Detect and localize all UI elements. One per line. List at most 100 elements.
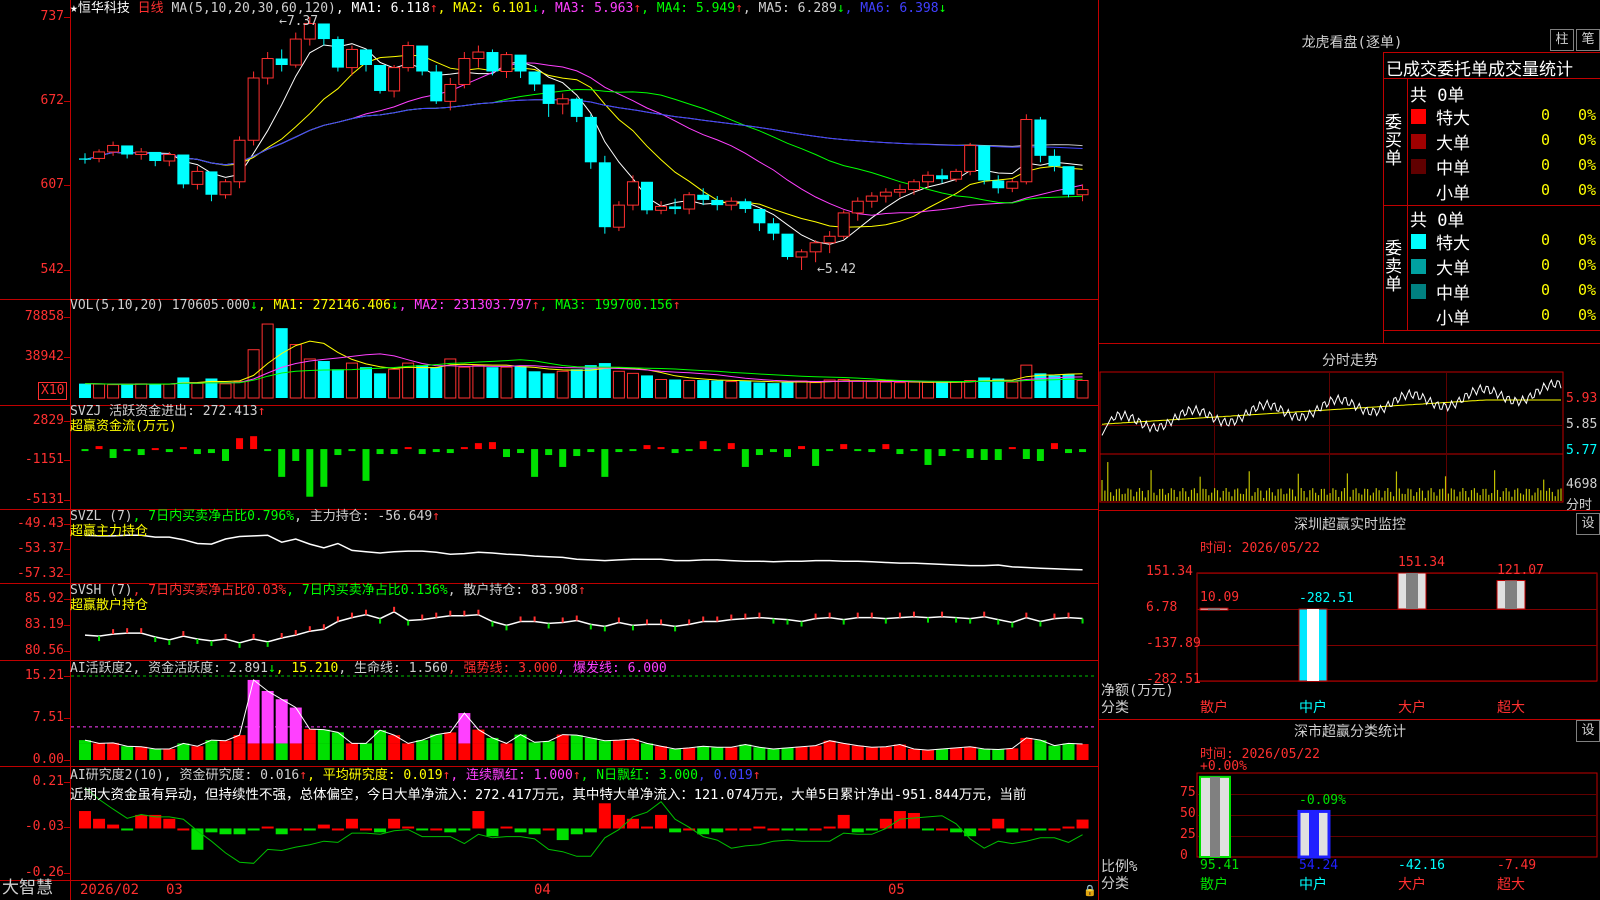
indicator-value: , MA2: 6.101 [437,1,532,16]
indicator-value: , 资金研究度: 0.016 [163,768,300,783]
activity-bar [950,747,963,760]
research-bar [641,826,653,829]
monitor-bar-shade [1505,580,1517,609]
activity-bar [121,746,134,760]
research-bar [950,828,963,833]
arrow-down-icon: ↓ [390,298,399,313]
ai-research-header: AI研究度2(10), 资金研究度: 0.016↑, 平均研究度: 0.019↑… [70,768,761,784]
lock-icon[interactable]: 🔒 [1083,883,1097,899]
research-bar [345,818,358,829]
fund-flow-bar [123,449,131,452]
candle-body-up [1076,189,1089,196]
volume-bar-down [711,380,724,398]
fund-flow-bar [1008,447,1016,450]
candle-body-down [739,201,752,210]
fund-flow-bar [250,436,258,450]
activity-bar [753,747,766,760]
research-bar [851,828,864,833]
research-bar [879,818,892,829]
fund-flow-bar [826,449,834,452]
y-tick-label: -0.03 [24,819,64,834]
period-label[interactable]: 日线 [138,1,164,16]
sell-row-label: 特大 [1436,234,1470,254]
classify-y-tick: 0 [1180,848,1188,863]
research-bar [1006,828,1019,833]
volume-bar-up [345,362,358,399]
candle-body-down [416,45,429,72]
fund-flow-bar [629,449,637,452]
fund-flow-bar [432,449,440,453]
volume-bar-up [950,381,963,399]
candle-body-up [500,54,513,72]
arrow-up-icon: ↑ [752,768,761,783]
activity-bar [205,743,218,760]
research-bar [205,828,218,833]
y-tick-label: 85.92 [24,591,64,606]
research-bar [331,828,344,831]
fund-flow-bar [868,449,876,453]
classify-settings-button[interactable]: 设 [1576,720,1600,742]
svzl-header: SVZL (7), 7日内买卖净占比0.796%, 主力持仓: -56.649↑ [70,509,440,525]
research-bar [121,828,134,831]
research-bar [781,828,794,831]
volume-bar-up [388,368,401,399]
research-bar [922,828,934,831]
fund-flow-bar [207,449,215,454]
fund-flow-bar [910,449,918,452]
research-bar [402,826,415,829]
candle-body-down [79,158,91,160]
fund-flow-bar [165,449,173,453]
indicator-value: , 7日内买卖净占比0.136% [286,583,448,598]
volume-bar-down [753,382,766,398]
tick-view-button[interactable]: 笔 [1576,29,1600,51]
fund-flow-bar [798,446,806,450]
fund-flow-bar [109,449,117,459]
volume-bar-up [247,349,260,399]
y-tick-label: 38942 [24,349,64,364]
intraday-vol-label: 分时 [1566,498,1593,513]
fund-flow-bar [601,449,609,477]
buy-row-count: 0 [1541,156,1551,174]
monitor-settings-button[interactable]: 设 [1576,513,1600,535]
indicator-value: , MA1: 6.118 [335,1,430,16]
stock-chart-canvas[interactable] [0,0,1600,900]
research-bar [1034,828,1047,831]
buy-side-label: 委买单 [1385,113,1402,169]
research-bar [374,828,387,833]
activity-bar-extra [486,737,499,744]
indicator-value: , MA1: 272146.406 [257,298,391,313]
research-bar [163,818,176,829]
volume-bar-up [795,380,808,399]
fund-flow-bar [517,449,525,454]
high-price-note: ←7.37 [279,14,319,29]
sell-row-pct: 0% [1578,281,1597,299]
research-bar [1062,826,1075,829]
activity-bar-extra [317,729,330,744]
activity-bar [388,743,401,760]
candle-body-up [345,48,358,69]
candle-body-up [907,181,920,191]
buy-row-pct: 0% [1578,156,1597,174]
volume-bar-down [360,367,372,398]
bar-view-button[interactable]: 柱 [1550,29,1574,51]
candle-body-up [964,144,977,172]
monitor-frame [1196,572,1598,682]
fund-flow-bar [952,449,960,452]
arrow-up-icon: ↑ [572,768,581,783]
candle-body-down [374,65,387,91]
activity-bar [626,743,639,760]
volume-ma-line [84,353,1083,385]
activity-bar [598,743,611,760]
activity-bar [444,743,457,760]
research-bar [303,828,316,831]
fund-flow-bar [334,449,342,456]
stock-name[interactable]: 恒华科技 [78,1,130,16]
favorite-star-icon[interactable]: ★ [70,1,78,16]
research-bar [739,828,752,831]
candle-body-down [360,49,372,66]
volume-ma-line [84,340,1083,385]
volume-bar-down [542,373,555,398]
activity-bar [177,743,190,760]
candle-body-up [851,200,864,214]
candle-body-down [542,84,555,104]
